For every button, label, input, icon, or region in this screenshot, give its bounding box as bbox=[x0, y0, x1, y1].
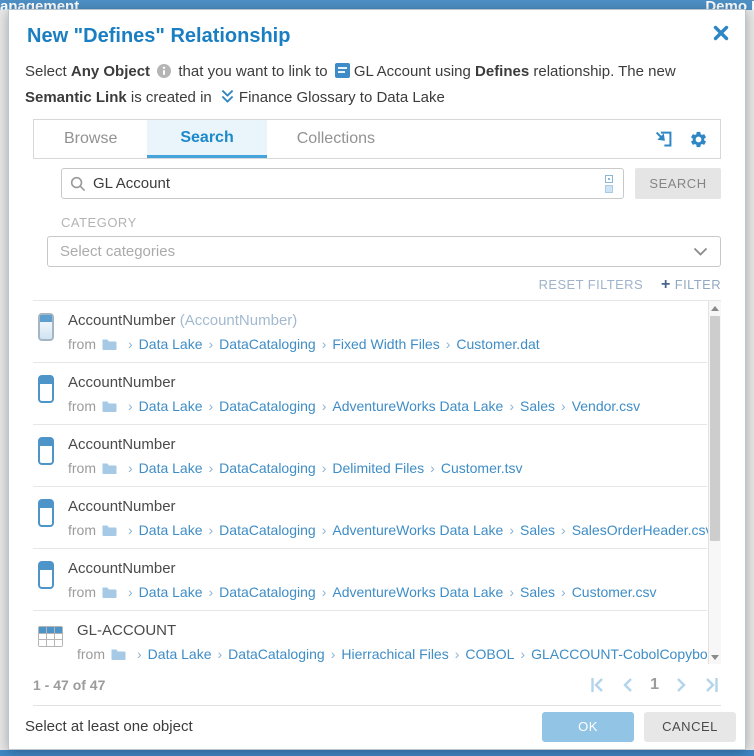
search-input[interactable] bbox=[93, 175, 603, 192]
first-page-icon[interactable] bbox=[590, 677, 605, 693]
column-icon bbox=[38, 499, 54, 527]
plus-icon: + bbox=[661, 279, 671, 291]
dialog-content: Browse Search Collections bbox=[33, 111, 721, 706]
dialog-footer: Select at least one object OK CANCEL bbox=[9, 706, 745, 749]
desc-semantic-link: Semantic Link bbox=[25, 89, 127, 106]
pagination-row: 1 - 47 of 47 1 bbox=[33, 664, 721, 706]
last-page-icon[interactable] bbox=[704, 677, 719, 693]
result-suffix: (AccountNumber) bbox=[180, 312, 298, 329]
column-icon bbox=[38, 313, 54, 341]
result-title[interactable]: AccountNumber bbox=[68, 374, 176, 391]
scroll-down-icon[interactable] bbox=[709, 650, 721, 664]
desc-text: using bbox=[431, 63, 475, 80]
desc-text: Select bbox=[25, 63, 71, 80]
table-icon bbox=[38, 626, 63, 647]
gear-icon[interactable] bbox=[689, 130, 708, 149]
desc-link-target: Finance Glossary to Data Lake bbox=[239, 89, 445, 106]
result-path: from Data LakeDataCatalogingAdventureWor… bbox=[68, 397, 640, 415]
list-item[interactable]: GL-ACCOUNT from Data LakeDataCatalogingH… bbox=[33, 611, 707, 664]
column-icon bbox=[38, 375, 54, 403]
list-item[interactable]: AccountNumber from Data LakeDataCatalogi… bbox=[33, 363, 707, 425]
dialog-description: Select Any Object that you want to link … bbox=[25, 59, 727, 111]
results-list: AccountNumber (AccountNumber) from Data … bbox=[33, 300, 721, 664]
result-count: 1 - 47 of 47 bbox=[33, 677, 105, 693]
drag-drop-target-icon[interactable] bbox=[654, 130, 673, 149]
column-icon bbox=[38, 437, 54, 465]
desc-text: is created in bbox=[127, 89, 216, 106]
list-item[interactable]: AccountNumber (AccountNumber) from Data … bbox=[33, 301, 707, 363]
result-path: from Data LakeDataCatalogingAdventureWor… bbox=[68, 521, 713, 539]
result-title[interactable]: AccountNumber bbox=[68, 436, 176, 453]
glossary-term-icon bbox=[335, 63, 350, 78]
folder-icon bbox=[111, 648, 126, 661]
filters-row: RESET FILTERS + FILTER bbox=[33, 276, 721, 293]
close-icon[interactable] bbox=[711, 23, 731, 43]
list-item[interactable]: AccountNumber from Data LakeDataCatalogi… bbox=[33, 487, 707, 549]
current-page: 1 bbox=[650, 676, 659, 694]
previous-page-icon[interactable] bbox=[622, 677, 633, 693]
add-filter-link[interactable]: + FILTER bbox=[661, 277, 721, 292]
desc-any-object: Any Object bbox=[71, 63, 150, 80]
search-icon bbox=[70, 176, 86, 192]
info-icon[interactable] bbox=[157, 64, 171, 78]
semantic-link-icon bbox=[219, 88, 236, 105]
reset-filters-link[interactable]: RESET FILTERS bbox=[539, 277, 643, 292]
ok-button[interactable]: OK bbox=[542, 712, 634, 742]
result-path: from Data LakeDataCatalogingFixed Width … bbox=[68, 335, 540, 353]
tab-collections[interactable]: Collections bbox=[267, 120, 405, 158]
search-box bbox=[61, 168, 624, 199]
folder-icon bbox=[102, 586, 117, 599]
result-path: from Data LakeDataCatalogingHierrachical… bbox=[77, 645, 721, 663]
desc-term-name: GL Account bbox=[354, 63, 431, 80]
cancel-button[interactable]: CANCEL bbox=[644, 712, 736, 742]
next-page-icon[interactable] bbox=[676, 677, 687, 693]
folder-icon bbox=[102, 338, 117, 351]
tab-toolbar bbox=[654, 120, 720, 158]
desc-text: that you want to link to bbox=[174, 63, 332, 80]
result-title[interactable]: GL-ACCOUNT bbox=[77, 622, 176, 639]
category-select[interactable]: Select categories bbox=[47, 236, 721, 267]
pager: 1 bbox=[590, 676, 721, 694]
selection-hint: Select at least one object bbox=[25, 718, 193, 735]
dialog-title: New "Defines" Relationship bbox=[27, 23, 290, 49]
tab-bar: Browse Search Collections bbox=[33, 119, 721, 159]
tab-search[interactable]: Search bbox=[147, 120, 266, 158]
folder-icon bbox=[102, 524, 117, 537]
result-path: from Data LakeDataCatalogingAdventureWor… bbox=[68, 583, 657, 601]
new-relationship-dialog: New "Defines" Relationship Select Any Ob… bbox=[8, 9, 746, 750]
list-item[interactable]: AccountNumber from Data LakeDataCatalogi… bbox=[33, 549, 707, 611]
desc-defines: Defines bbox=[475, 63, 529, 80]
list-scrollbar[interactable] bbox=[708, 301, 721, 664]
category-label: CATEGORY bbox=[61, 215, 721, 230]
list-item[interactable]: AccountNumber from Data LakeDataCatalogi… bbox=[33, 425, 707, 487]
folder-icon bbox=[102, 462, 117, 475]
search-button[interactable]: SEARCH bbox=[635, 168, 721, 199]
special-characters-icon[interactable] bbox=[603, 173, 615, 195]
result-title[interactable]: AccountNumber bbox=[68, 498, 176, 515]
scrollbar-thumb[interactable] bbox=[710, 316, 720, 541]
result-path: from Data LakeDataCatalogingDelimited Fi… bbox=[68, 459, 523, 477]
tab-browse[interactable]: Browse bbox=[34, 120, 147, 158]
add-filter-label: FILTER bbox=[675, 277, 721, 292]
background-app-footer bbox=[0, 750, 754, 756]
search-row: SEARCH bbox=[61, 168, 721, 199]
chevron-down-icon bbox=[693, 247, 708, 256]
folder-icon bbox=[102, 400, 117, 413]
column-icon bbox=[38, 561, 54, 589]
dialog-header: New "Defines" Relationship bbox=[9, 10, 745, 49]
desc-text: relationship. The new bbox=[529, 63, 675, 80]
result-title[interactable]: AccountNumber bbox=[68, 560, 176, 577]
result-title[interactable]: AccountNumber bbox=[68, 312, 176, 329]
category-placeholder: Select categories bbox=[60, 243, 175, 260]
scroll-up-icon[interactable] bbox=[709, 301, 721, 315]
